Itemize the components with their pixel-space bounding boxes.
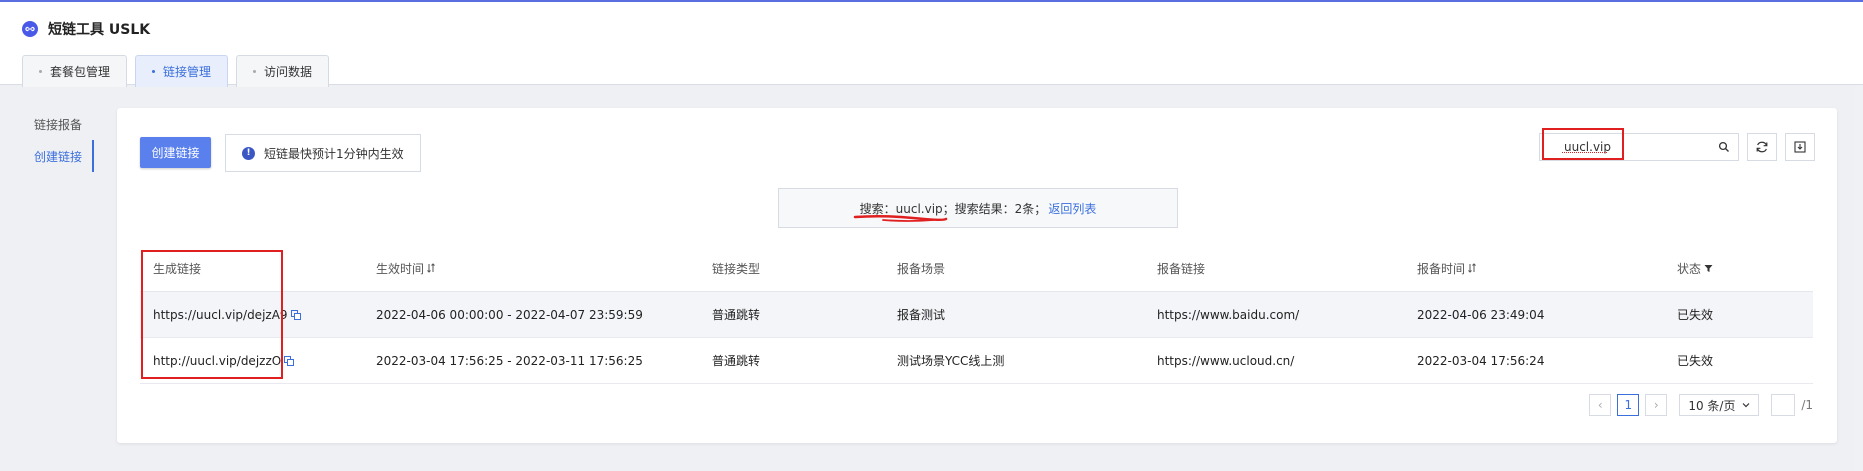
tab-dot-icon	[39, 70, 42, 73]
cell-filing-scene: 报备测试	[897, 308, 946, 322]
back-to-list-link[interactable]: 返回列表	[1048, 200, 1096, 217]
tab-label: 访问数据	[264, 65, 313, 79]
cell-filing-link: https://www.baidu.com/	[1157, 307, 1300, 322]
cell-effective-time: 2022-03-04 17:56:25 - 2022-03-11 17:56:2…	[376, 353, 643, 368]
header-filing-time[interactable]: 报备时间	[1404, 260, 1664, 277]
download-button[interactable]	[1785, 133, 1815, 161]
cell-link-type: 普通跳转	[712, 354, 761, 368]
next-page-button[interactable]: ›	[1645, 394, 1668, 416]
filter-icon[interactable]	[1704, 264, 1713, 273]
table-header: 生成链接 生效时间 链接类型 报备场景 报备链接 报备时间 状态	[140, 245, 1813, 292]
info-icon: !	[242, 146, 255, 160]
cell-filing-time: 2022-04-06 23:49:04	[1417, 307, 1545, 322]
page-scrollbar[interactable]	[1855, 86, 1863, 471]
notice-text: 短链最快预计1分钟内生效	[264, 146, 404, 161]
page-size-select[interactable]: 10 条/页	[1679, 394, 1760, 416]
magnifier-icon[interactable]	[1718, 141, 1730, 153]
sidebar-item-link-filing[interactable]: 链接报备	[0, 108, 94, 140]
header-label: 报备时间	[1417, 261, 1466, 276]
tab-link-management[interactable]: 链接管理	[135, 55, 229, 87]
tab-label: 链接管理	[163, 65, 212, 79]
header-generated-link: 生成链接	[153, 261, 202, 276]
link-icon	[22, 21, 38, 37]
sidebar: 链接报备 创建链接	[0, 108, 94, 172]
cell-effective-time: 2022-04-06 00:00:00 - 2022-04-07 23:59:5…	[376, 307, 643, 322]
links-table: 生成链接 生效时间 链接类型 报备场景 报备链接 报备时间 状态 https:/…	[140, 245, 1813, 384]
header-label: 生效时间	[376, 261, 425, 276]
generated-link-text[interactable]: https://uucl.vip/dejzA9	[153, 308, 288, 322]
app-header: 短链工具 USLK	[22, 18, 150, 40]
chevron-down-icon	[1742, 403, 1750, 408]
tab-dot-icon	[253, 70, 257, 73]
search-result-text: 搜索：uucl.vip；搜索结果：2条；	[859, 201, 1047, 216]
sort-icon[interactable]	[427, 263, 435, 273]
search-result-banner: 搜索：uucl.vip；搜索结果：2条； 返回列表	[778, 188, 1178, 228]
header-effective-time[interactable]: 生效时间	[363, 260, 699, 277]
notice-banner: ! 短链最快预计1分钟内生效	[225, 134, 421, 172]
tab-dot-icon	[152, 70, 156, 73]
refresh-button[interactable]	[1747, 133, 1777, 161]
pagination: ‹ 1 › 10 条/页 /1	[1589, 394, 1813, 416]
tab-label: 套餐包管理	[50, 65, 111, 79]
download-icon	[1794, 141, 1806, 153]
cell-filing-time: 2022-03-04 17:56:24	[1417, 353, 1545, 368]
generated-link-text[interactable]: http://uucl.vip/dejzzO	[153, 354, 281, 368]
cell-generated-link: http://uucl.vip/dejzzO	[140, 354, 363, 368]
header-filing-link: 报备链接	[1157, 261, 1206, 276]
cell-link-type: 普通跳转	[712, 308, 761, 322]
copy-icon[interactable]	[290, 309, 301, 320]
cell-status: 已失效	[1677, 308, 1714, 322]
copy-icon[interactable]	[284, 355, 295, 366]
cell-status: 已失效	[1677, 354, 1714, 368]
cell-filing-link: https://www.ucloud.cn/	[1157, 353, 1295, 368]
content-card: 创建链接 ! 短链最快预计1分钟内生效 搜索：uucl.vip；搜索结果：2条；…	[117, 108, 1837, 443]
page-size-label: 10 条/页	[1688, 398, 1736, 413]
table-row: https://uucl.vip/dejzA9 2022-04-06 00:00…	[140, 292, 1813, 338]
annotation-underline-search	[1562, 149, 1607, 153]
total-pages: /1	[1801, 398, 1813, 412]
sort-icon[interactable]	[1468, 263, 1476, 273]
search-field[interactable]	[1539, 133, 1739, 161]
tab-package-management[interactable]: 套餐包管理	[22, 55, 128, 87]
header-status[interactable]: 状态	[1664, 260, 1813, 277]
page-jump-input[interactable]	[1771, 394, 1796, 416]
cell-generated-link: https://uucl.vip/dejzA9	[140, 308, 363, 322]
prev-page-button[interactable]: ‹	[1589, 394, 1612, 416]
tab-access-data[interactable]: 访问数据	[236, 55, 330, 87]
refresh-icon	[1756, 141, 1768, 153]
header-label: 状态	[1677, 261, 1702, 276]
header-link-type: 链接类型	[712, 261, 761, 276]
header-filing-scene: 报备场景	[897, 261, 946, 276]
create-link-button[interactable]: 创建链接	[140, 137, 211, 168]
table-row: http://uucl.vip/dejzzO 2022-03-04 17:56:…	[140, 338, 1813, 384]
app-title: 短链工具 USLK	[48, 22, 151, 38]
top-bar: 短链工具 USLK 套餐包管理 链接管理 访问数据	[0, 0, 1863, 87]
cell-filing-scene: 测试场景YCC线上测	[897, 354, 1005, 368]
sidebar-item-create-link[interactable]: 创建链接	[0, 140, 94, 172]
page-number-button[interactable]: 1	[1617, 394, 1640, 416]
main-tabs: 套餐包管理 链接管理 访问数据	[22, 55, 330, 87]
